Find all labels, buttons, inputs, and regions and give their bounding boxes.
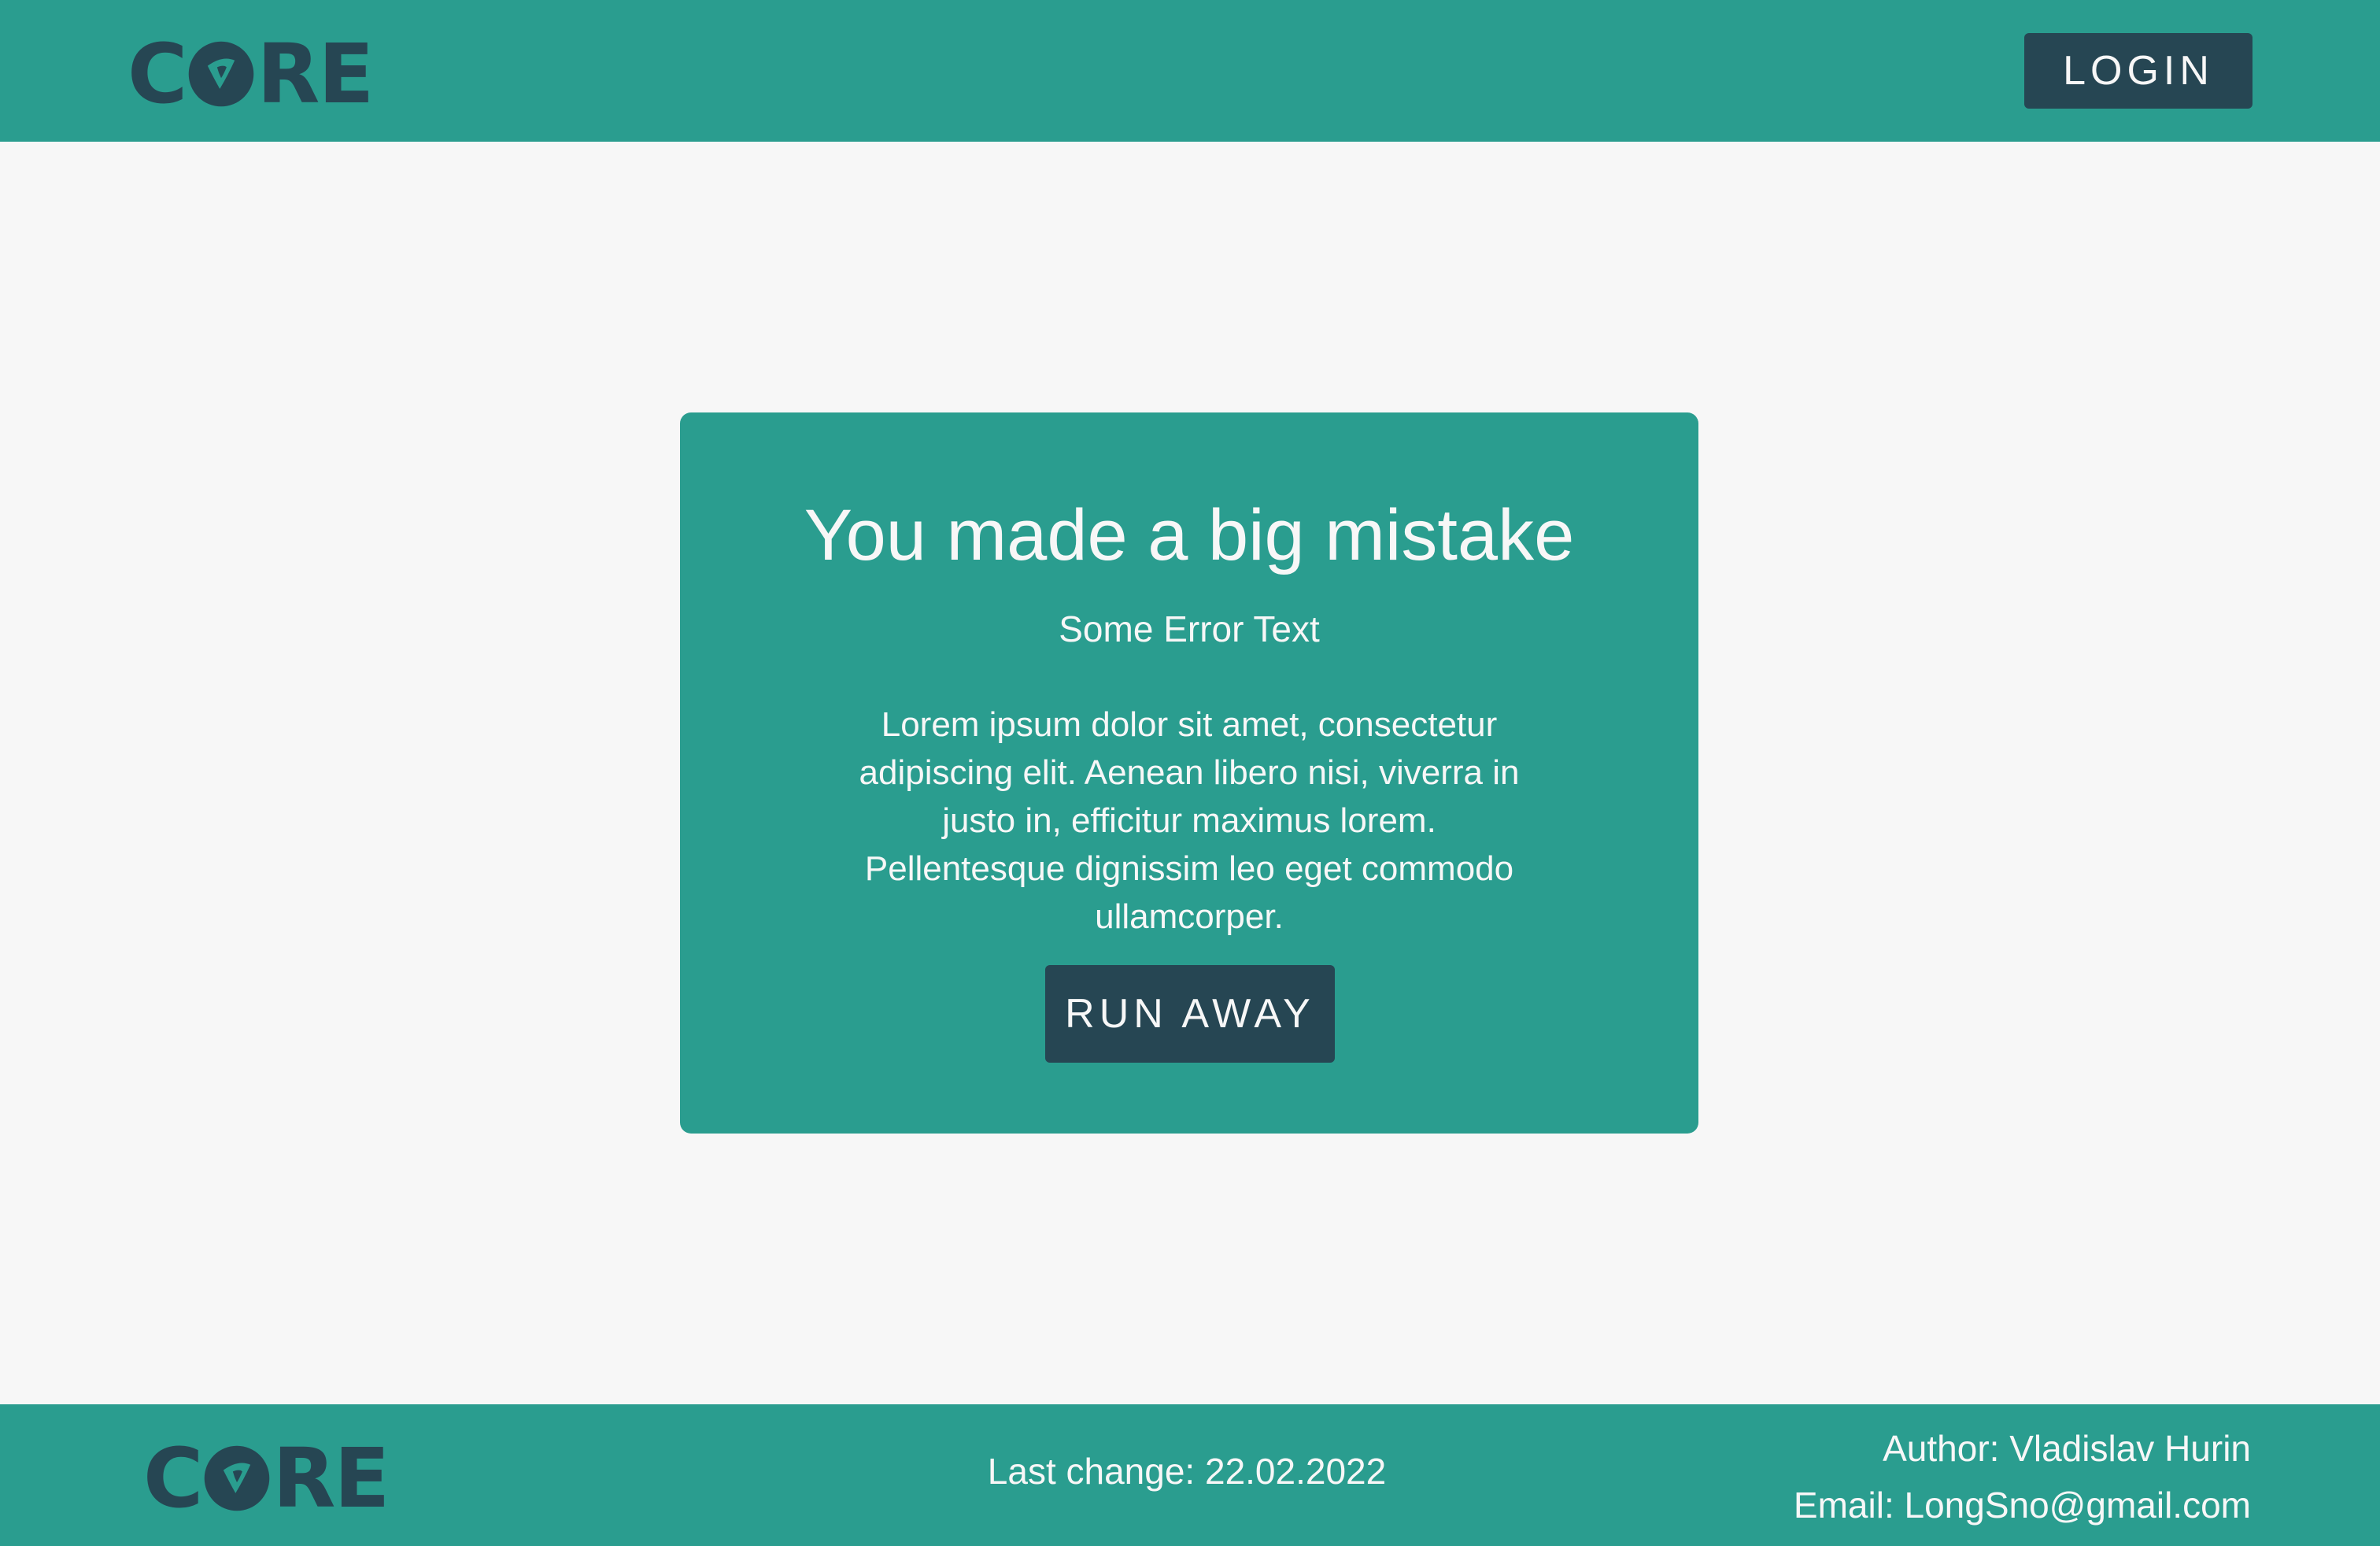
error-title: You made a big mistake — [804, 495, 1575, 575]
error-card: You made a big mistake Some Error Text L… — [680, 412, 1698, 1134]
logo-letter-c: C — [128, 26, 187, 122]
core-o-logo-icon — [189, 41, 254, 107]
site-header: C RE LOGIN — [0, 0, 2380, 142]
login-button[interactable]: LOGIN — [2024, 33, 2252, 109]
last-change-text: Last change: 22.02.2022 — [987, 1451, 1387, 1492]
footer-logo[interactable]: C RE — [143, 1430, 390, 1526]
header-logo[interactable]: C RE — [128, 26, 374, 122]
logo-letters-re: RE — [272, 1430, 390, 1526]
logo-letter-c: C — [143, 1430, 203, 1526]
author-name: Author: Vladislav Hurin — [1883, 1428, 2251, 1469]
site-footer: C RE Last change: 22.02.2022 Author: Vla… — [0, 1404, 2380, 1546]
author-email[interactable]: Email: LongSno@gmail.com — [1794, 1477, 2251, 1533]
error-description: Lorem ipsum dolor sit amet, consectetur … — [859, 705, 1520, 936]
main-content: You made a big mistake Some Error Text L… — [0, 142, 2380, 1404]
author-info: Author: Vladislav Hurin Email: LongSno@g… — [1794, 1420, 2251, 1533]
run-away-button[interactable]: RUN AWAY — [1045, 965, 1335, 1063]
error-subtitle: Some Error Text — [1059, 608, 1320, 649]
logo-letters-re: RE — [257, 26, 374, 122]
core-o-logo-icon — [205, 1445, 270, 1511]
